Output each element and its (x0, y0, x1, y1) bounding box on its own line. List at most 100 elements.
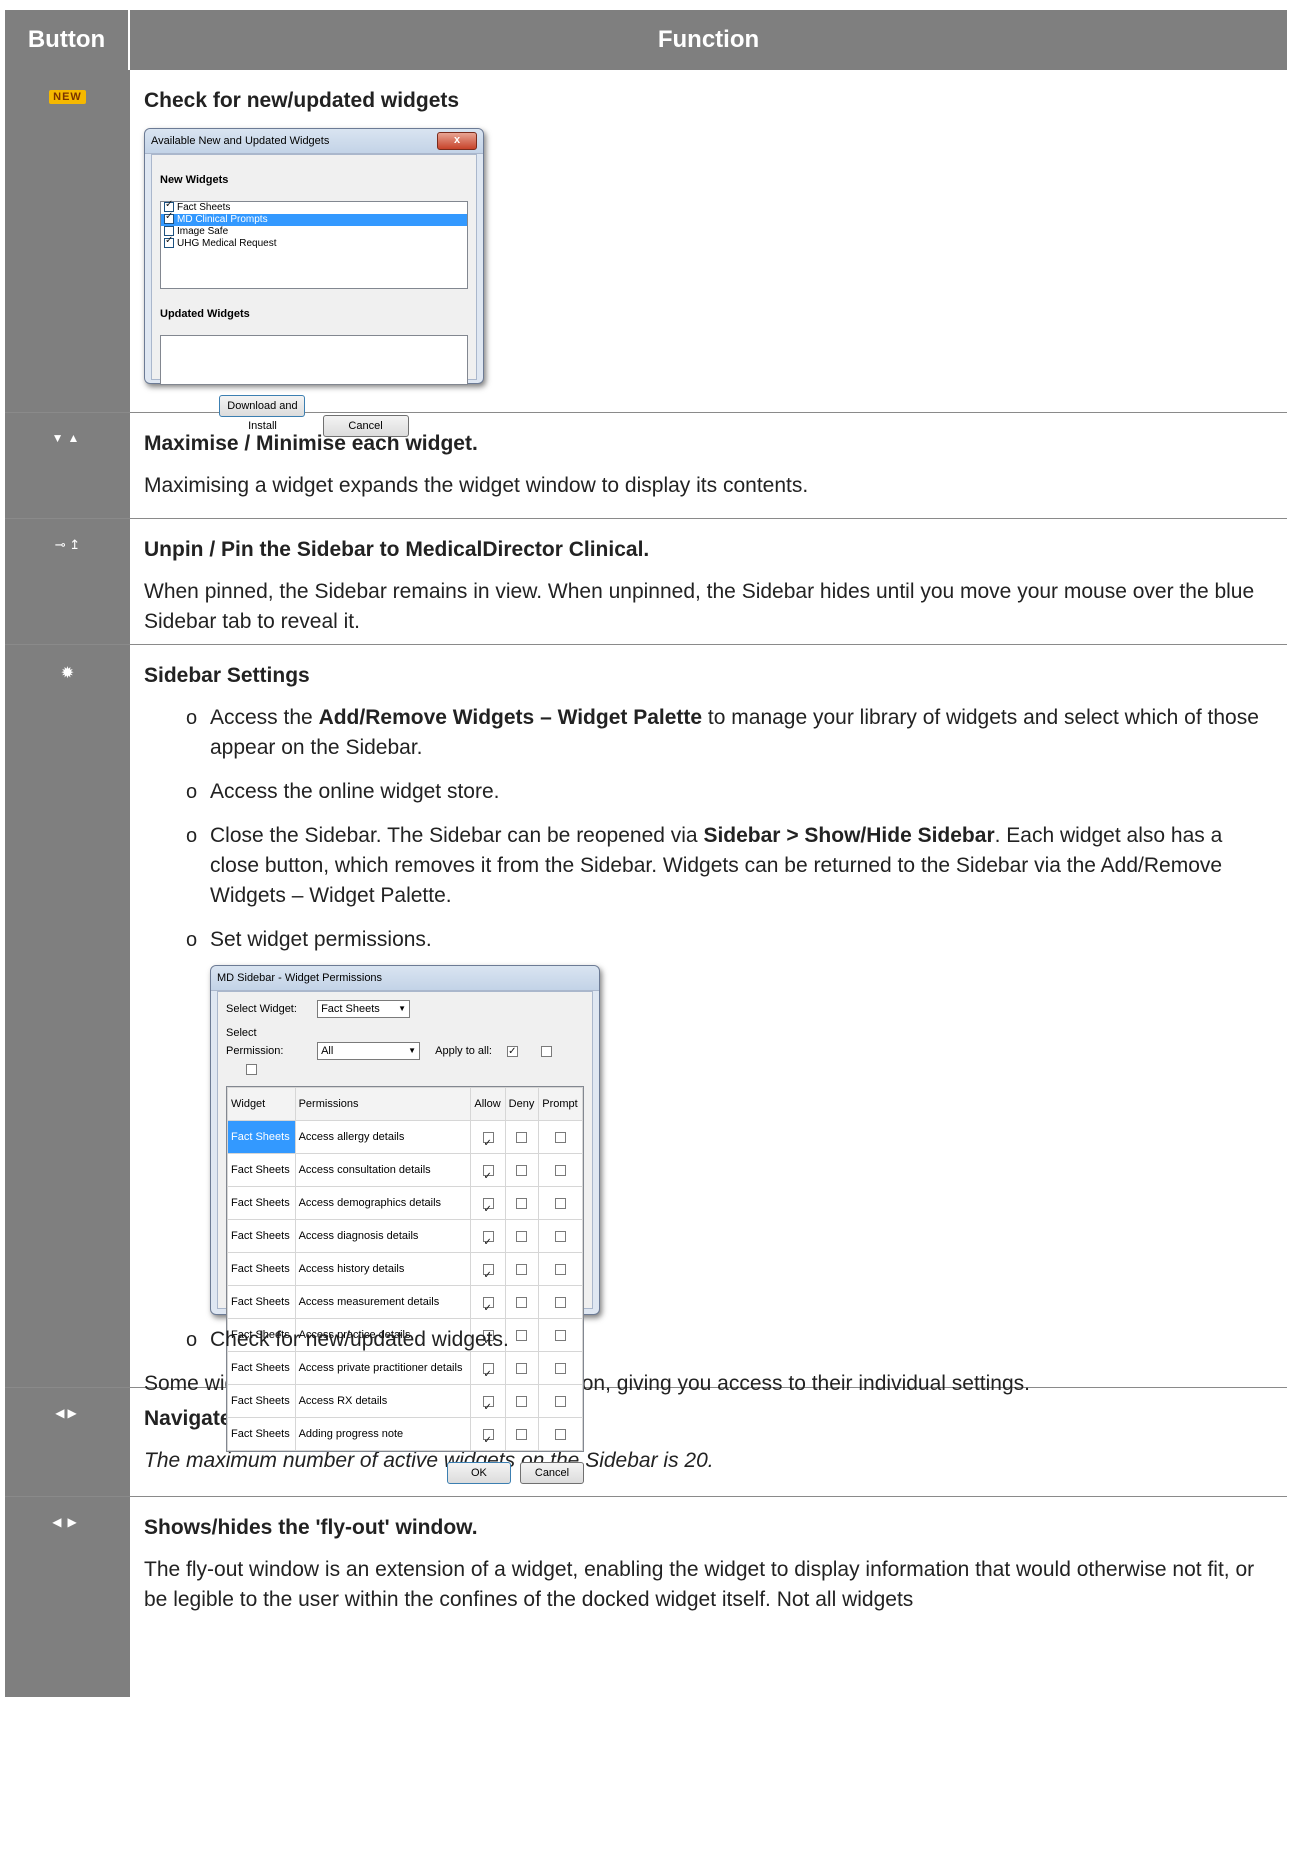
permission-cell: Access RX details (294, 1384, 472, 1419)
pin-unpin-icon[interactable]: ⊸ ↥ (55, 537, 80, 553)
column-header[interactable]: Permissions (294, 1087, 472, 1122)
deny-checkbox[interactable] (516, 1263, 528, 1275)
table-row[interactable]: Fact Sheets Access diagnosis details (227, 1219, 583, 1258)
close-icon[interactable]: x (437, 132, 477, 150)
allow-cell (470, 1120, 506, 1159)
deny-cell (504, 1186, 540, 1221)
table-header: Button Function (5, 10, 1287, 70)
new-badge-icon[interactable]: NEW (49, 90, 86, 104)
deny-checkbox[interactable] (516, 1395, 528, 1407)
prompt-checkbox[interactable] (555, 1197, 567, 1209)
deny-checkbox[interactable] (516, 1164, 528, 1176)
widget-cell: Fact Sheets (227, 1120, 296, 1155)
deny-cell (504, 1120, 540, 1155)
deny-checkbox[interactable] (516, 1131, 528, 1143)
list-item: Check for new/updated widgets. (186, 1325, 1273, 1355)
minimise-maximise-icon[interactable]: ▼▲ (52, 431, 84, 445)
cancel-button[interactable]: Cancel (322, 415, 409, 437)
table-row[interactable]: Fact Sheets Adding progress note (227, 1417, 583, 1456)
deny-checkbox[interactable] (516, 1428, 528, 1440)
prompt-checkbox[interactable] (555, 1362, 567, 1374)
prompt-checkbox[interactable] (555, 1395, 567, 1407)
select-permission-label: Select Permission: (226, 1027, 284, 1058)
list-item: Close the Sidebar. The Sidebar can be re… (186, 821, 1273, 911)
apply-allow-checkbox[interactable] (507, 1043, 519, 1061)
updated-widgets-list[interactable] (160, 335, 468, 385)
list-item[interactable]: Fact Sheets (161, 199, 467, 214)
allow-checkbox[interactable] (482, 1294, 494, 1324)
allow-checkbox[interactable] (482, 1261, 494, 1291)
prompt-checkbox[interactable] (555, 1263, 567, 1275)
allow-checkbox[interactable] (482, 1426, 494, 1456)
gear-icon[interactable]: ✹ (61, 663, 74, 683)
select-permission-dropdown[interactable]: All (317, 1042, 421, 1061)
column-header[interactable]: Prompt (538, 1087, 583, 1122)
new-widgets-heading: New Widgets (160, 174, 229, 186)
function-cell: Shows/hides the 'fly-out' window. The fl… (130, 1497, 1287, 1697)
updated-widgets-heading: Updated Widgets (160, 308, 250, 320)
deny-cell (504, 1384, 540, 1419)
checkbox[interactable] (164, 235, 174, 249)
new-widgets-list[interactable]: Fact SheetsMD Clinical PromptsImage Safe… (160, 199, 468, 289)
prompt-checkbox[interactable] (555, 1428, 567, 1440)
allow-checkbox[interactable] (482, 1228, 494, 1258)
table-row[interactable]: Fact Sheets Access history details (227, 1252, 583, 1291)
apply-deny-checkbox[interactable] (541, 1045, 553, 1057)
allow-checkbox[interactable] (482, 1393, 494, 1423)
table-row[interactable]: Fact Sheets Access measurement details (227, 1285, 583, 1324)
deny-checkbox[interactable] (516, 1197, 528, 1209)
download-install-button[interactable]: Download and Install (219, 395, 306, 432)
allow-checkbox[interactable] (482, 1162, 494, 1192)
allow-checkbox[interactable] (482, 1129, 494, 1159)
prompt-cell (538, 1252, 583, 1287)
widget-cell: Fact Sheets (227, 1384, 296, 1419)
ok-button[interactable]: OK (446, 1462, 511, 1485)
prompt-checkbox[interactable] (555, 1131, 567, 1143)
flyout-toggle-icon[interactable]: ◀▶ (52, 1515, 82, 1529)
apply-all-label: Apply to all: (435, 1045, 492, 1058)
column-header[interactable]: Allow (470, 1087, 506, 1122)
table-row[interactable]: Fact Sheets Access allergy details (227, 1120, 583, 1159)
widget-cell: Fact Sheets (227, 1186, 296, 1221)
allow-checkbox[interactable] (482, 1360, 494, 1390)
list-item: Set widget permissions. MD Sidebar - Wid… (186, 925, 1273, 1485)
permission-cell: Access private practitioner details (294, 1351, 472, 1386)
column-header[interactable]: Widget (227, 1087, 296, 1122)
prompt-cell (538, 1417, 583, 1452)
deny-checkbox[interactable] (516, 1296, 528, 1308)
header-function: Function (657, 26, 760, 53)
prompt-cell (538, 1285, 583, 1320)
page-navigation-icon[interactable]: ◀▶ (55, 1406, 79, 1420)
widget-cell: Fact Sheets (227, 1153, 296, 1188)
prompt-checkbox[interactable] (555, 1230, 567, 1242)
permission-cell: Access consultation details (294, 1153, 472, 1188)
column-header[interactable]: Deny (504, 1087, 540, 1122)
table-row-new: NEW Check for new/updated widgets Availa… (5, 70, 1287, 437)
select-widget-dropdown[interactable]: Fact Sheets (317, 1000, 411, 1019)
list-item[interactable]: UHG Medical Request (161, 235, 467, 250)
checkbox[interactable] (164, 211, 174, 225)
prompt-checkbox[interactable] (555, 1164, 567, 1176)
button-cell: ✹ (5, 645, 130, 1387)
table-row[interactable]: Fact Sheets Access demographics details (227, 1186, 583, 1225)
table-row[interactable]: Fact Sheets Access private practitioner d… (227, 1351, 583, 1390)
prompt-cell (538, 1120, 583, 1155)
deny-checkbox[interactable] (516, 1362, 528, 1374)
cancel-button[interactable]: Cancel (520, 1462, 584, 1485)
apply-prompt-checkbox[interactable] (246, 1063, 257, 1075)
list-item[interactable]: MD Clinical Prompts (161, 211, 467, 226)
deny-cell (504, 1219, 540, 1254)
allow-checkbox[interactable] (482, 1195, 494, 1225)
deny-cell (504, 1153, 540, 1188)
table-row-pin: ⊸ ↥ Unpin / Pin the Sidebar to MedicalDi… (5, 519, 1287, 645)
table-row[interactable]: Fact Sheets Access consultation details (227, 1153, 583, 1192)
table-row[interactable]: Fact Sheets Access RX details (227, 1384, 583, 1423)
deny-checkbox[interactable] (516, 1230, 528, 1242)
list-item[interactable]: Image Safe (161, 226, 467, 238)
function-cell: Sidebar Settings Access the Add/Remove W… (130, 645, 1287, 1485)
select-widget-label: Select Widget: (226, 1003, 297, 1015)
button-function-table: Button Function NEW Check for new/update… (5, 10, 1287, 1697)
widget-label: Image Safe (177, 226, 229, 237)
dialog-title: Available New and Updated Widgets (145, 129, 483, 154)
prompt-checkbox[interactable] (555, 1296, 567, 1308)
